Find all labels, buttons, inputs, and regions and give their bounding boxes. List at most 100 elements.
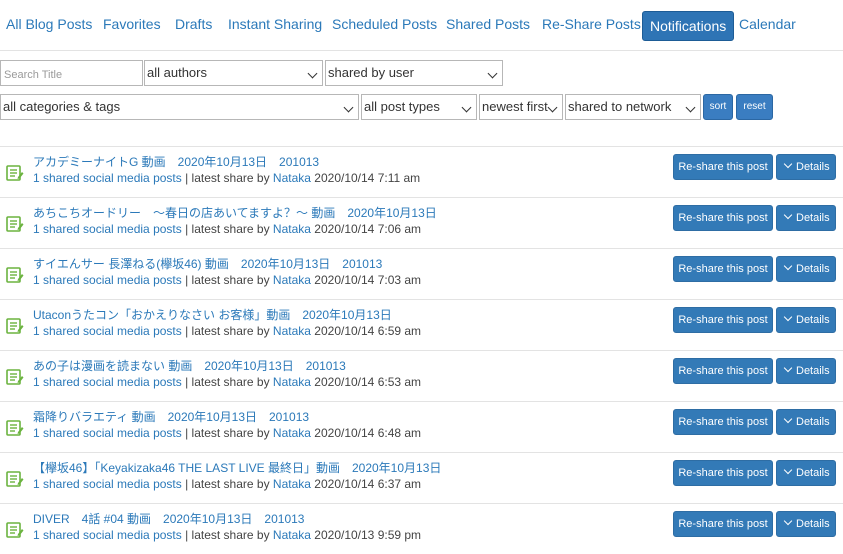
share-meta: 1 shared social media posts | latest sha… bbox=[33, 477, 421, 491]
document-icon bbox=[6, 318, 24, 337]
notification-row: 【欅坂46】「Keyakizaka46 THE LAST LIVE 最終日」動画… bbox=[0, 452, 843, 503]
chevron-down-icon bbox=[783, 516, 793, 526]
reshare-button[interactable]: Re-share this post bbox=[673, 358, 773, 384]
details-label: Details bbox=[796, 314, 830, 326]
shared-count-link[interactable]: 1 shared social media posts bbox=[33, 324, 182, 338]
notification-row: 霜降りバラエティ 動画 2020年10月13日 201013 1 shared … bbox=[0, 401, 843, 452]
reshare-button[interactable]: Re-share this post bbox=[673, 205, 773, 231]
tab-favorites[interactable]: Favorites bbox=[103, 10, 161, 39]
share-date: 2020/10/14 6:37 am bbox=[314, 477, 422, 491]
share-separator: | latest share by bbox=[181, 324, 273, 338]
details-button[interactable]: Details bbox=[776, 154, 836, 180]
details-button[interactable]: Details bbox=[776, 460, 836, 486]
share-separator: | latest share by bbox=[181, 171, 273, 185]
reshare-button[interactable]: Re-share this post bbox=[673, 154, 773, 180]
tab-re-share-posts[interactable]: Re-Share Posts bbox=[542, 10, 641, 39]
reshare-button[interactable]: Re-share this post bbox=[673, 460, 773, 486]
post-types-select-value: all post types bbox=[364, 99, 440, 114]
tab-instant-sharing[interactable]: Instant Sharing bbox=[228, 10, 322, 39]
tab-divider bbox=[0, 50, 843, 51]
network-select[interactable]: shared to network bbox=[565, 94, 701, 120]
document-icon bbox=[6, 267, 24, 286]
tab-notifications[interactable]: Notifications bbox=[642, 11, 735, 41]
author-link[interactable]: Nataka bbox=[273, 426, 311, 440]
share-date: 2020/10/14 7:06 am bbox=[314, 222, 422, 236]
reshare-button[interactable]: Re-share this post bbox=[673, 409, 773, 435]
details-label: Details bbox=[796, 518, 830, 530]
share-date: 2020/10/14 6:59 am bbox=[314, 324, 422, 338]
shared-count-link[interactable]: 1 shared social media posts bbox=[33, 273, 182, 287]
network-select-value: shared to network bbox=[568, 99, 672, 114]
author-link[interactable]: Nataka bbox=[273, 324, 311, 338]
post-title-link[interactable]: DIVER 4話 #04 動画 2020年10月13日 201013 bbox=[33, 510, 304, 527]
document-icon bbox=[6, 522, 24, 541]
details-label: Details bbox=[796, 161, 830, 173]
post-title-link[interactable]: アカデミーナイトG 動画 2020年10月13日 201013 bbox=[33, 153, 319, 170]
reshare-button[interactable]: Re-share this post bbox=[673, 307, 773, 333]
shared-count-link[interactable]: 1 shared social media posts bbox=[33, 375, 182, 389]
author-link[interactable]: Nataka bbox=[273, 222, 311, 236]
details-button[interactable]: Details bbox=[776, 511, 836, 537]
details-label: Details bbox=[796, 212, 830, 224]
document-icon bbox=[6, 216, 24, 235]
notification-row: アカデミーナイトG 動画 2020年10月13日 201013 1 shared… bbox=[0, 146, 843, 197]
share-date: 2020/10/14 7:11 am bbox=[314, 171, 421, 185]
shared-by-select[interactable]: shared by user bbox=[325, 60, 503, 86]
document-icon bbox=[6, 165, 24, 184]
reshare-button[interactable]: Re-share this post bbox=[673, 256, 773, 282]
author-link[interactable]: Nataka bbox=[273, 375, 311, 389]
sort-order-select[interactable]: newest first bbox=[479, 94, 563, 120]
post-title-link[interactable]: 【欅坂46】「Keyakizaka46 THE LAST LIVE 最終日」動画… bbox=[33, 459, 441, 476]
sort-button[interactable]: sort bbox=[703, 94, 733, 120]
author-link[interactable]: Nataka bbox=[273, 528, 311, 542]
author-link[interactable]: Nataka bbox=[273, 273, 311, 287]
share-meta: 1 shared social media posts | latest sha… bbox=[33, 528, 421, 542]
details-label: Details bbox=[796, 467, 830, 479]
chevron-down-icon bbox=[343, 102, 354, 113]
author-link[interactable]: Nataka bbox=[273, 171, 311, 185]
post-title-link[interactable]: 霜降りバラエティ 動画 2020年10月13日 201013 bbox=[33, 408, 309, 425]
share-date: 2020/10/14 6:53 am bbox=[314, 375, 422, 389]
chevron-down-icon bbox=[783, 465, 793, 475]
post-title-link[interactable]: すイエんサー 長澤ねる(欅坂46) 動画 2020年10月13日 201013 bbox=[33, 255, 382, 272]
details-button[interactable]: Details bbox=[776, 256, 836, 282]
shared-count-link[interactable]: 1 shared social media posts bbox=[33, 222, 182, 236]
share-meta: 1 shared social media posts | latest sha… bbox=[33, 171, 420, 185]
shared-count-link[interactable]: 1 shared social media posts bbox=[33, 426, 182, 440]
categories-select[interactable]: all categories & tags bbox=[0, 94, 359, 120]
details-button[interactable]: Details bbox=[776, 205, 836, 231]
details-button[interactable]: Details bbox=[776, 307, 836, 333]
chevron-down-icon bbox=[783, 159, 793, 169]
search-title-input[interactable] bbox=[0, 60, 143, 86]
tab-all-blog-posts[interactable]: All Blog Posts bbox=[6, 10, 92, 39]
details-label: Details bbox=[796, 416, 830, 428]
details-button[interactable]: Details bbox=[776, 358, 836, 384]
tab-calendar[interactable]: Calendar bbox=[739, 10, 796, 39]
document-icon bbox=[6, 369, 24, 388]
reset-button[interactable]: reset bbox=[736, 94, 773, 120]
shared-count-link[interactable]: 1 shared social media posts bbox=[33, 477, 182, 491]
shared-count-link[interactable]: 1 shared social media posts bbox=[33, 171, 182, 185]
tab-bar: All Blog Posts Favorites Drafts Instant … bbox=[0, 10, 843, 41]
sort-order-select-value: newest first bbox=[482, 99, 548, 114]
share-separator: | latest share by bbox=[181, 222, 273, 236]
post-title-link[interactable]: あの子は漫画を読まない 動画 2020年10月13日 201013 bbox=[33, 357, 346, 374]
notification-list: アカデミーナイトG 動画 2020年10月13日 201013 1 shared… bbox=[0, 146, 843, 554]
tab-drafts[interactable]: Drafts bbox=[175, 10, 212, 39]
notification-row: Utaconうたコン「おかえりなさい お客様」動画 2020年10月13日 1 … bbox=[0, 299, 843, 350]
reshare-button[interactable]: Re-share this post bbox=[673, 511, 773, 537]
post-title-link[interactable]: あちこちオードリー ～春日の店あいてますよ？～ 動画 2020年10月13日 bbox=[33, 204, 437, 221]
authors-select[interactable]: all authors bbox=[144, 60, 323, 86]
tab-shared-posts[interactable]: Shared Posts bbox=[446, 10, 530, 39]
share-date: 2020/10/14 6:48 am bbox=[314, 426, 422, 440]
post-types-select[interactable]: all post types bbox=[361, 94, 477, 120]
post-title-link[interactable]: Utaconうたコン「おかえりなさい お客様」動画 2020年10月13日 bbox=[33, 306, 392, 323]
document-icon bbox=[6, 471, 24, 490]
tab-scheduled-posts[interactable]: Scheduled Posts bbox=[332, 10, 437, 39]
author-link[interactable]: Nataka bbox=[273, 477, 311, 491]
chevron-down-icon bbox=[461, 102, 472, 113]
chevron-down-icon bbox=[783, 363, 793, 373]
details-button[interactable]: Details bbox=[776, 409, 836, 435]
authors-select-value: all authors bbox=[147, 65, 207, 80]
shared-count-link[interactable]: 1 shared social media posts bbox=[33, 528, 182, 542]
